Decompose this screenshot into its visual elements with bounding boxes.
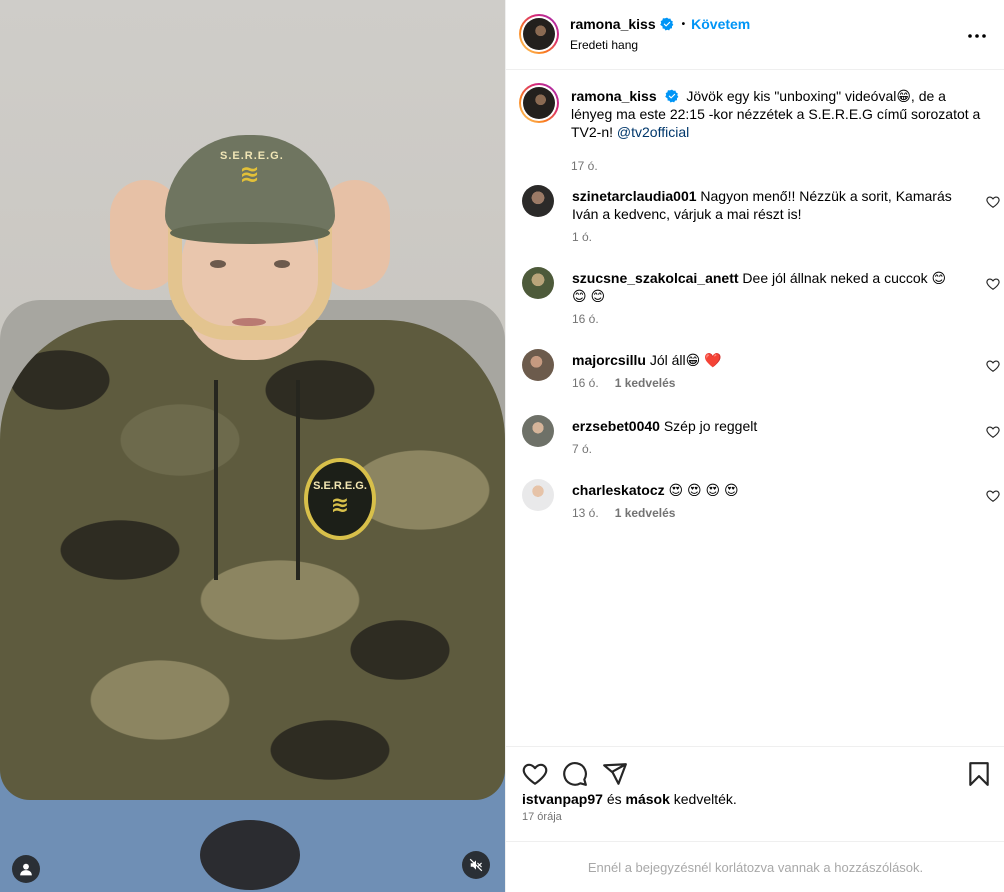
commenter-username[interactable]: charleskatocz — [572, 482, 665, 498]
commenter-avatar[interactable] — [522, 349, 554, 381]
post-video[interactable]: S.E.R.E.G. S.E.R.E.G. — [0, 0, 505, 892]
comment-time[interactable]: 7 ó. — [572, 442, 592, 456]
commenter-avatar[interactable] — [522, 479, 554, 511]
heart-icon[interactable] — [986, 489, 1000, 503]
hoodie-strings — [214, 380, 218, 580]
tagged-users-button[interactable] — [12, 855, 40, 883]
mute-button[interactable] — [462, 851, 490, 879]
verified-icon — [664, 89, 678, 103]
author-avatar[interactable] — [519, 14, 559, 54]
hoodie-patch: S.E.R.E.G. — [304, 458, 376, 540]
following-button[interactable]: Követem — [691, 16, 750, 32]
user-icon — [20, 863, 32, 876]
commenter-username[interactable]: majorcsillu — [572, 352, 646, 368]
comment-text: 😍 😍 😍 😍 — [668, 482, 739, 498]
liked-by-suffix: kedvelték. — [673, 791, 737, 807]
comment-text: Jól áll😁 ❤️ — [649, 352, 722, 368]
comments-list[interactable]: ramona_kiss Jövök egy kis "unboxing" vid… — [506, 71, 1004, 746]
caption-avatar[interactable] — [519, 83, 559, 123]
comment-likes[interactable]: 1 kedvelés — [615, 506, 676, 520]
caption-time[interactable]: 17 ó. — [571, 159, 598, 173]
separator-dot: • — [681, 18, 686, 30]
audio-label[interactable]: Eredeti hang — [570, 38, 638, 52]
caption-username[interactable]: ramona_kiss — [571, 88, 657, 104]
post-side-panel: ramona_kiss • Követem Eredeti hang ramon… — [505, 0, 1004, 892]
cap-brim — [170, 222, 330, 244]
heart-icon[interactable] — [986, 195, 1000, 209]
commenter-username[interactable]: szucsne_szakolcai_anett — [572, 270, 739, 286]
verified-icon — [659, 17, 673, 31]
heart-icon[interactable] — [986, 359, 1000, 373]
caption-mention-link[interactable]: @tv2official — [617, 124, 689, 140]
camo-hoodie — [0, 320, 505, 800]
comment-time[interactable]: 16 ó. — [572, 312, 599, 326]
heart-icon[interactable] — [986, 277, 1000, 291]
commenter-avatar[interactable] — [522, 267, 554, 299]
comment-time[interactable]: 16 ó. — [572, 376, 599, 390]
comment-time[interactable]: 1 ó. — [572, 230, 592, 244]
author-username[interactable]: ramona_kiss — [570, 16, 656, 32]
post-header: ramona_kiss • Követem Eredeti hang — [506, 0, 1004, 70]
comment-time[interactable]: 13 ó. — [572, 506, 599, 520]
comment-icon[interactable] — [562, 761, 588, 787]
commenter-avatar[interactable] — [522, 415, 554, 447]
liked-by-user[interactable]: istvanpap97 — [522, 791, 603, 807]
post-timestamp[interactable]: 17 órája — [522, 811, 562, 823]
more-options-button[interactable] — [965, 24, 989, 48]
commenter-username[interactable]: erzsebet0040 — [572, 418, 660, 434]
cap-logo: S.E.R.E.G. — [220, 150, 283, 200]
commenter-avatar[interactable] — [522, 185, 554, 217]
liked-by-others[interactable]: mások — [626, 791, 670, 807]
bookmark-icon[interactable] — [966, 761, 992, 787]
liked-by-and: és — [606, 791, 622, 807]
mute-icon — [469, 858, 483, 872]
commenter-username[interactable]: szinetarclaudia001 — [572, 188, 697, 204]
liked-by-line: istvanpap97 és mások kedvelték. — [522, 791, 737, 807]
share-icon[interactable] — [602, 761, 628, 787]
heart-icon[interactable] — [986, 425, 1000, 439]
like-heart-icon[interactable] — [522, 761, 548, 787]
comment-likes[interactable]: 1 kedvelés — [615, 376, 676, 390]
more-icon — [968, 34, 986, 38]
comment-text: Szép jo reggelt — [663, 418, 758, 434]
post-actions: istvanpap97 és mások kedvelték. 17 órája… — [506, 746, 1004, 892]
comments-restricted-notice: Ennél a bejegyzésnél korlátozva vannak a… — [506, 841, 1004, 892]
